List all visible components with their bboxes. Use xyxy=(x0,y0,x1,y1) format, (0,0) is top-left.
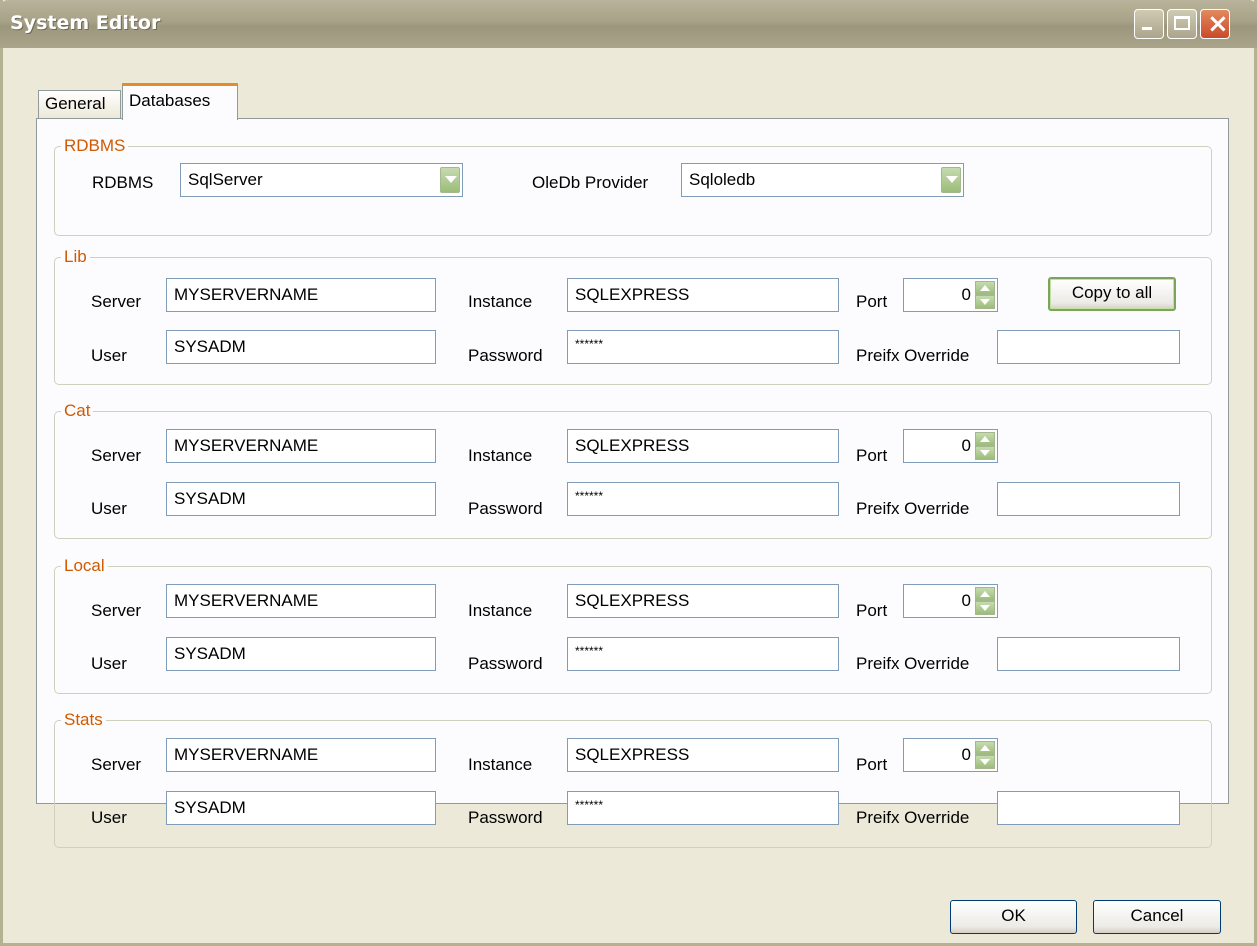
prefix-override-label: Preifx Override xyxy=(856,654,970,673)
group-legend: Local xyxy=(61,556,108,576)
prefix-override-input[interactable] xyxy=(997,482,1180,516)
spin-down-icon[interactable] xyxy=(975,755,995,769)
close-button[interactable]: × xyxy=(1200,9,1230,39)
password-input[interactable]: ****** xyxy=(567,330,839,364)
instance-input[interactable]: SQLEXPRESS xyxy=(567,278,839,312)
oledb-provider-label: OleDb Provider xyxy=(532,173,649,192)
server-label: Server xyxy=(91,755,142,774)
rdbms-label: RDBMS xyxy=(92,173,154,192)
port-value: 0 xyxy=(961,285,971,304)
server-label: Server xyxy=(91,601,142,620)
user-label: User xyxy=(91,808,127,827)
instance-label: Instance xyxy=(468,755,533,774)
rdbms-group-legend: RDBMS xyxy=(61,136,129,156)
user-label: User xyxy=(91,499,127,518)
spin-down-icon[interactable] xyxy=(975,295,995,309)
oledb-provider-select[interactable]: Sqloledb xyxy=(681,163,964,197)
chevron-down-icon[interactable] xyxy=(440,167,460,193)
prefix-override-input[interactable] xyxy=(997,791,1180,825)
copy-to-all-button[interactable]: Copy to all xyxy=(1048,277,1176,311)
chevron-down-icon[interactable] xyxy=(941,167,961,193)
spin-down-icon[interactable] xyxy=(975,446,995,460)
server-input[interactable]: MYSERVERNAME xyxy=(166,429,436,463)
password-label: Password xyxy=(468,808,543,827)
maximize-button[interactable] xyxy=(1167,9,1197,39)
minimize-button[interactable] xyxy=(1134,9,1164,39)
database-group-cat: Cat Server MYSERVERNAME Instance SQLEXPR… xyxy=(54,401,1212,539)
prefix-override-label: Preifx Override xyxy=(856,808,970,827)
window-title: System Editor xyxy=(10,12,161,34)
server-label: Server xyxy=(91,446,142,465)
user-input[interactable]: SYSADM xyxy=(166,637,436,671)
instance-input[interactable]: SQLEXPRESS xyxy=(567,738,839,772)
tab-general[interactable]: General xyxy=(38,90,121,118)
maximize-icon xyxy=(1174,16,1190,30)
rdbms-select[interactable]: SqlServer xyxy=(180,163,463,197)
minimize-icon xyxy=(1142,27,1152,30)
spin-up-icon[interactable] xyxy=(975,281,995,295)
instance-input[interactable]: SQLEXPRESS xyxy=(567,584,839,618)
instance-input[interactable]: SQLEXPRESS xyxy=(567,429,839,463)
oledb-provider-select-value: Sqloledb xyxy=(689,170,756,189)
group-legend: Cat xyxy=(61,401,94,421)
ok-button[interactable]: OK xyxy=(950,900,1077,934)
spin-down-icon[interactable] xyxy=(975,601,995,615)
title-bar[interactable]: System Editor × xyxy=(0,0,1257,48)
password-input[interactable]: ****** xyxy=(567,637,839,671)
port-value: 0 xyxy=(961,745,971,764)
user-input[interactable]: SYSADM xyxy=(166,330,436,364)
password-input[interactable]: ****** xyxy=(567,791,839,825)
user-input[interactable]: SYSADM xyxy=(166,482,436,516)
rdbms-select-value: SqlServer xyxy=(188,170,263,189)
server-input[interactable]: MYSERVERNAME xyxy=(166,584,436,618)
port-label: Port xyxy=(856,755,888,774)
database-group-stats: Stats Server MYSERVERNAME Instance SQLEX… xyxy=(54,710,1212,848)
port-stepper[interactable]: 0 xyxy=(903,429,998,463)
close-icon: × xyxy=(1207,9,1229,39)
password-label: Password xyxy=(468,499,543,518)
spin-up-icon[interactable] xyxy=(975,587,995,601)
prefix-override-label: Preifx Override xyxy=(856,346,970,365)
port-label: Port xyxy=(856,446,888,465)
instance-label: Instance xyxy=(468,446,533,465)
spin-up-icon[interactable] xyxy=(975,432,995,446)
prefix-override-input[interactable] xyxy=(997,637,1180,671)
server-input[interactable]: MYSERVERNAME xyxy=(166,738,436,772)
cancel-button[interactable]: Cancel xyxy=(1093,900,1221,934)
database-group-local: Local Server MYSERVERNAME Instance SQLEX… xyxy=(54,556,1212,694)
group-legend: Lib xyxy=(61,247,90,267)
port-label: Port xyxy=(856,292,888,311)
server-label: Server xyxy=(91,292,142,311)
spin-up-icon[interactable] xyxy=(975,741,995,755)
tab-databases[interactable]: Databases xyxy=(122,83,238,120)
port-label: Port xyxy=(856,601,888,620)
port-stepper[interactable]: 0 xyxy=(903,584,998,618)
prefix-override-label: Preifx Override xyxy=(856,499,970,518)
user-label: User xyxy=(91,654,127,673)
password-input[interactable]: ****** xyxy=(567,482,839,516)
server-input[interactable]: MYSERVERNAME xyxy=(166,278,436,312)
instance-label: Instance xyxy=(468,601,533,620)
rdbms-group: RDBMS RDBMS SqlServer OleDb Provider Sql… xyxy=(54,136,1212,236)
user-label: User xyxy=(91,346,127,365)
port-value: 0 xyxy=(961,436,971,455)
user-input[interactable]: SYSADM xyxy=(166,791,436,825)
port-value: 0 xyxy=(961,591,971,610)
prefix-override-input[interactable] xyxy=(997,330,1180,364)
password-label: Password xyxy=(468,654,543,673)
instance-label: Instance xyxy=(468,292,533,311)
database-group-lib: Lib Server MYSERVERNAME Instance SQLEXPR… xyxy=(54,247,1212,385)
port-stepper[interactable]: 0 xyxy=(903,738,998,772)
databases-tab-panel: RDBMS RDBMS SqlServer OleDb Provider Sql… xyxy=(36,118,1229,848)
password-label: Password xyxy=(468,346,543,365)
group-legend: Stats xyxy=(61,710,106,730)
port-stepper[interactable]: 0 xyxy=(903,278,998,312)
